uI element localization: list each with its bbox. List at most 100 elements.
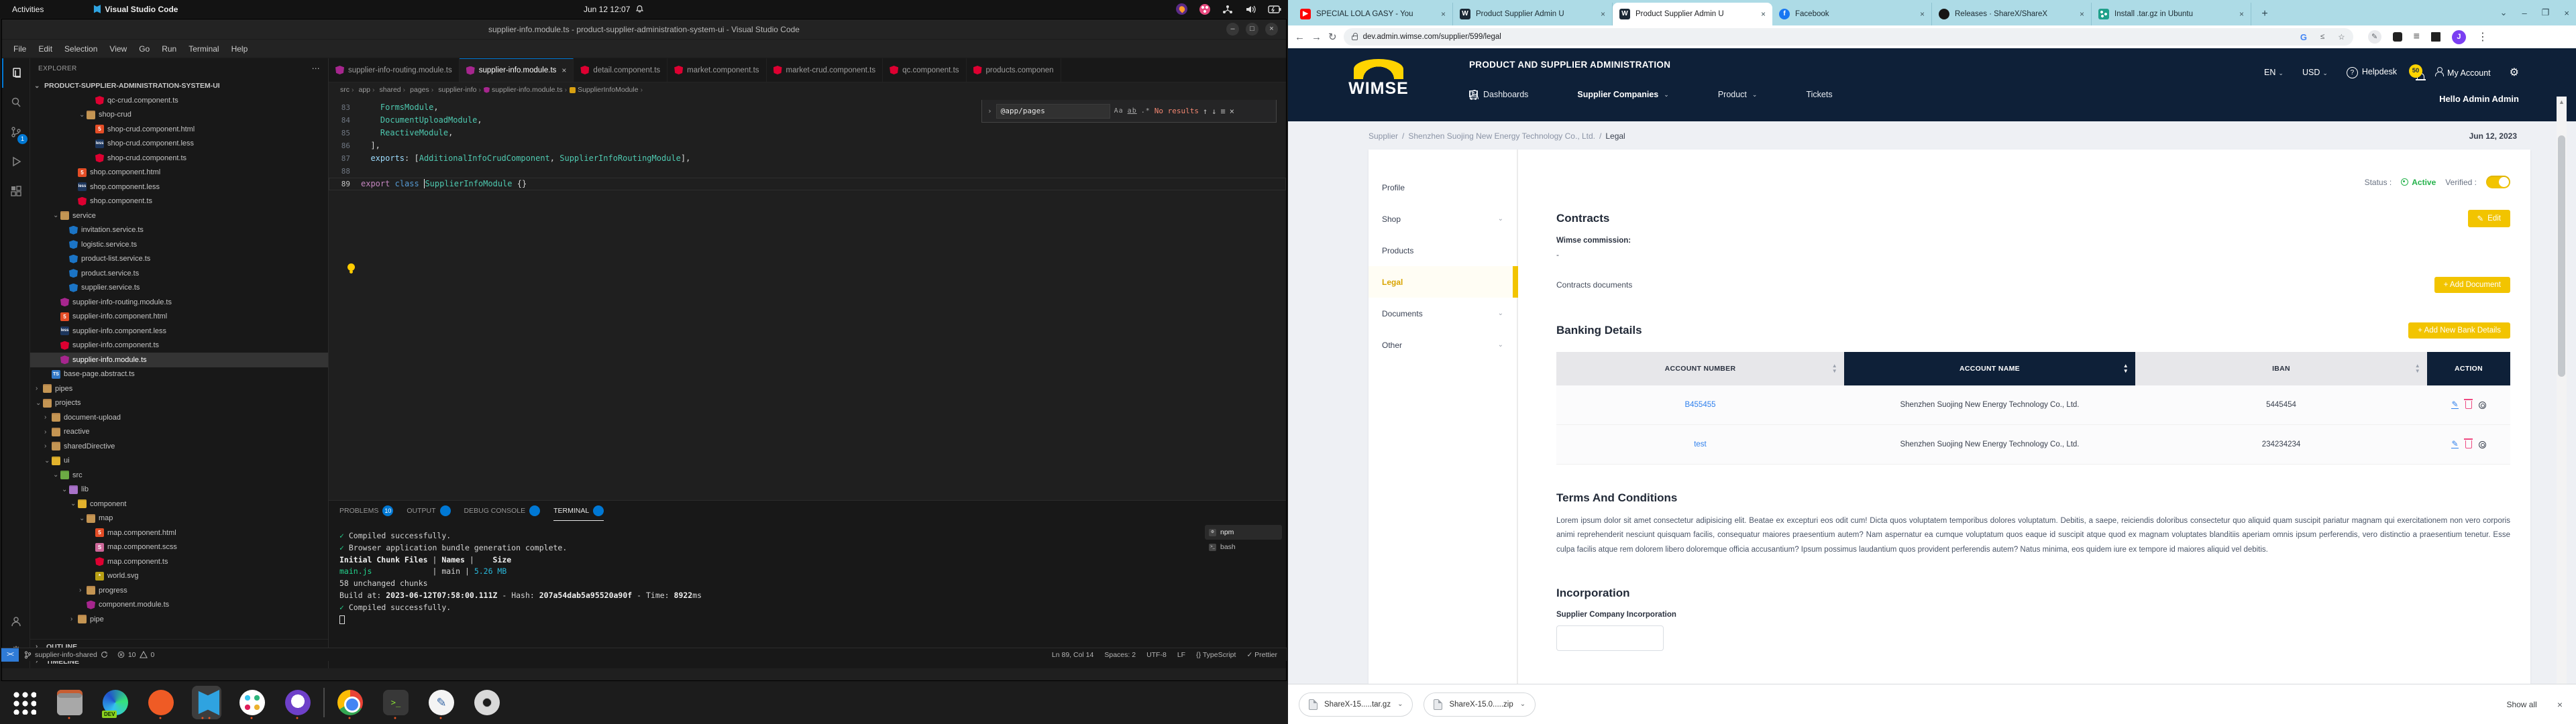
taskbar-app[interactable] xyxy=(9,686,39,719)
supplier-menu-item[interactable]: Shop⌄ xyxy=(1368,203,1517,235)
find-input[interactable]: @app/pages xyxy=(996,104,1110,119)
status-bar-item[interactable]: UTF-8 xyxy=(1146,651,1167,659)
workspace-root[interactable]: ⌄ PRODUCT-SUPPLIER-ADMINISTRATION-SYSTEM… xyxy=(30,78,328,93)
tree-item[interactable]: supplier.service.ts xyxy=(30,281,328,296)
system-tray[interactable] xyxy=(1176,3,1281,15)
tree-item[interactable]: 5 shop-crud.component.html xyxy=(30,122,328,137)
search-icon[interactable] xyxy=(2,88,30,117)
settings-gear-icon[interactable]: ⚙ xyxy=(2510,66,2519,79)
language-select[interactable]: EN⌄ xyxy=(2264,68,2284,77)
tab-close-icon[interactable]: × xyxy=(1761,9,1766,19)
account-icon[interactable] xyxy=(2,607,30,636)
google-icon[interactable]: G xyxy=(2300,32,2307,42)
tree-item[interactable]: product-list.service.ts xyxy=(30,252,328,267)
clock[interactable]: Jun 12 12:07 xyxy=(584,5,644,14)
hotspot-icon[interactable] xyxy=(1176,3,1187,15)
tree-item[interactable]: less shop-crud.component.less xyxy=(30,137,328,152)
taskbar-app[interactable] xyxy=(323,688,325,717)
remote-indicator[interactable]: >< xyxy=(1,648,19,662)
tree-item[interactable]: › progress xyxy=(30,583,328,598)
taskbar-app[interactable]: ● xyxy=(237,686,267,719)
find-collapse-icon[interactable]: › xyxy=(987,107,992,115)
tree-item[interactable]: ⌄ shop-crud xyxy=(30,108,328,123)
find-next-icon[interactable]: ↓ xyxy=(1212,107,1216,116)
status-bar-item[interactable]: Spaces: 2 xyxy=(1104,651,1136,659)
explorer-more-icon[interactable]: ⋯ xyxy=(312,64,320,73)
download-item[interactable]: ShareX-15.0.....zip⌄ xyxy=(1424,692,1536,717)
tree-item[interactable]: less supplier-info.component.less xyxy=(30,324,328,339)
extensions-icon[interactable] xyxy=(2,176,30,206)
tree-item[interactable]: shop.component.ts xyxy=(30,194,328,209)
supplier-menu-item[interactable]: Documents⌄ xyxy=(1368,298,1517,329)
maximize-button[interactable]: □ xyxy=(1246,23,1258,36)
battery-icon[interactable] xyxy=(1268,5,1281,13)
browser-tab[interactable]: Install .tar.gz in Ubuntu × xyxy=(2092,3,2251,25)
breadcrumb-company[interactable]: Shenzhen Suojing New Energy Technology C… xyxy=(1408,131,1595,141)
quick-fix-lightbulb-icon[interactable] xyxy=(347,263,355,271)
tree-item[interactable]: › pipe xyxy=(30,612,328,627)
forward-button[interactable]: → xyxy=(1311,32,1322,43)
breadcrumb-item[interactable]: shared› xyxy=(378,86,406,94)
account-number-link[interactable]: test xyxy=(1694,440,1707,448)
address-bar[interactable]: dev.admin.wimse.com/supplier/599/legal G… xyxy=(1344,28,2353,46)
breadcrumb-item[interactable]: supplier-info.module.ts› xyxy=(484,86,567,94)
tree-item[interactable]: ⌄ src xyxy=(30,468,328,483)
tree-item[interactable]: ⌄ service xyxy=(30,208,328,223)
network-icon[interactable] xyxy=(1222,5,1233,14)
menu-item[interactable]: Help xyxy=(225,42,254,56)
menu-item[interactable]: View xyxy=(103,42,133,56)
problems-indicator[interactable]: 10 0 xyxy=(117,651,155,659)
code-line[interactable]: 89 export class SupplierInfoModule {} xyxy=(329,178,1286,190)
browser-close-button[interactable]: × xyxy=(2564,8,2569,18)
status-bar-item[interactable]: TypeScript xyxy=(1196,651,1236,659)
breadcrumb-item[interactable]: SupplierInfoModule› xyxy=(570,86,643,94)
taskbar-app[interactable]: ● xyxy=(146,686,176,719)
find-prev-icon[interactable]: ↑ xyxy=(1203,107,1208,116)
page-scrollbar[interactable]: ▲ xyxy=(2557,97,2567,684)
browser-tab[interactable]: f Facebook × xyxy=(1772,3,1932,25)
back-button[interactable]: ← xyxy=(1295,32,1305,43)
bookmark-star-icon[interactable]: ☆ xyxy=(2338,32,2345,42)
add-document-button[interactable]: + Add Document xyxy=(2434,277,2510,293)
browser-tab[interactable]: Releases · ShareX/ShareX × xyxy=(1932,3,2092,25)
tab-close-icon[interactable]: × xyxy=(1920,9,1925,19)
taskbar-app[interactable]: ● xyxy=(55,686,85,719)
status-bar-item[interactable]: Prettier xyxy=(1246,651,1277,659)
vscode-title-bar[interactable]: supplier-info.module.ts - product-suppli… xyxy=(2,19,1286,40)
tree-item[interactable]: * world.svg xyxy=(30,569,328,584)
taskbar-app[interactable]: >_ ● xyxy=(381,686,411,719)
col-iban[interactable]: IBAN▲▼ xyxy=(2135,352,2427,385)
panel-tab[interactable]: OUTPUT xyxy=(407,501,450,521)
edit-pencil-icon[interactable]: ✎ xyxy=(2451,401,2458,409)
tree-item[interactable]: ⌄ map xyxy=(30,511,328,526)
browser-restore-button[interactable]: ❐ xyxy=(2542,7,2550,18)
supplier-menu-item[interactable]: Other⌄ xyxy=(1368,329,1517,361)
chevron-down-icon[interactable]: ⌄ xyxy=(1520,701,1525,708)
editor-tab[interactable]: detail.component.ts xyxy=(574,58,667,82)
tree-item[interactable]: 5 map.component.html xyxy=(30,526,328,540)
supplier-menu-item[interactable]: Legal xyxy=(1368,266,1517,298)
run-debug-icon[interactable] xyxy=(2,147,30,176)
account-number-link[interactable]: B455455 xyxy=(1684,401,1715,409)
tree-item[interactable]: › pipes xyxy=(30,381,328,396)
currency-select[interactable]: USD⌄ xyxy=(2302,68,2328,77)
browser-minimize-button[interactable]: – xyxy=(2522,8,2527,18)
col-account-number[interactable]: ACCOUNT NUMBER▲▼ xyxy=(1556,352,1844,385)
incorporation-upload-box[interactable] xyxy=(1556,625,1664,651)
whole-word-icon[interactable]: ab xyxy=(1128,107,1137,115)
nav-item[interactable]: Product⌄ xyxy=(1704,90,1758,99)
match-case-icon[interactable]: Aa xyxy=(1114,107,1124,115)
explorer-icon[interactable] xyxy=(2,58,30,88)
tree-item[interactable]: component.module.ts xyxy=(30,598,328,613)
terminal-list-item[interactable]: >_bash xyxy=(1205,540,1282,554)
tree-item[interactable]: › document-upload xyxy=(30,410,328,425)
sort-icon[interactable]: ▲▼ xyxy=(2123,363,2129,374)
editor-tab[interactable]: products.componen xyxy=(967,58,1061,82)
tree-item[interactable]: ⌄ ui xyxy=(30,454,328,469)
scrollbar-thumb[interactable] xyxy=(2558,135,2565,377)
breadcrumb-item[interactable]: pages› xyxy=(408,86,433,94)
taskbar-app[interactable] xyxy=(472,686,502,719)
disable-icon[interactable] xyxy=(2479,402,2486,409)
editor-tab[interactable]: supplier-info-routing.module.ts xyxy=(329,58,460,82)
extension-square-icon[interactable] xyxy=(2431,32,2440,42)
